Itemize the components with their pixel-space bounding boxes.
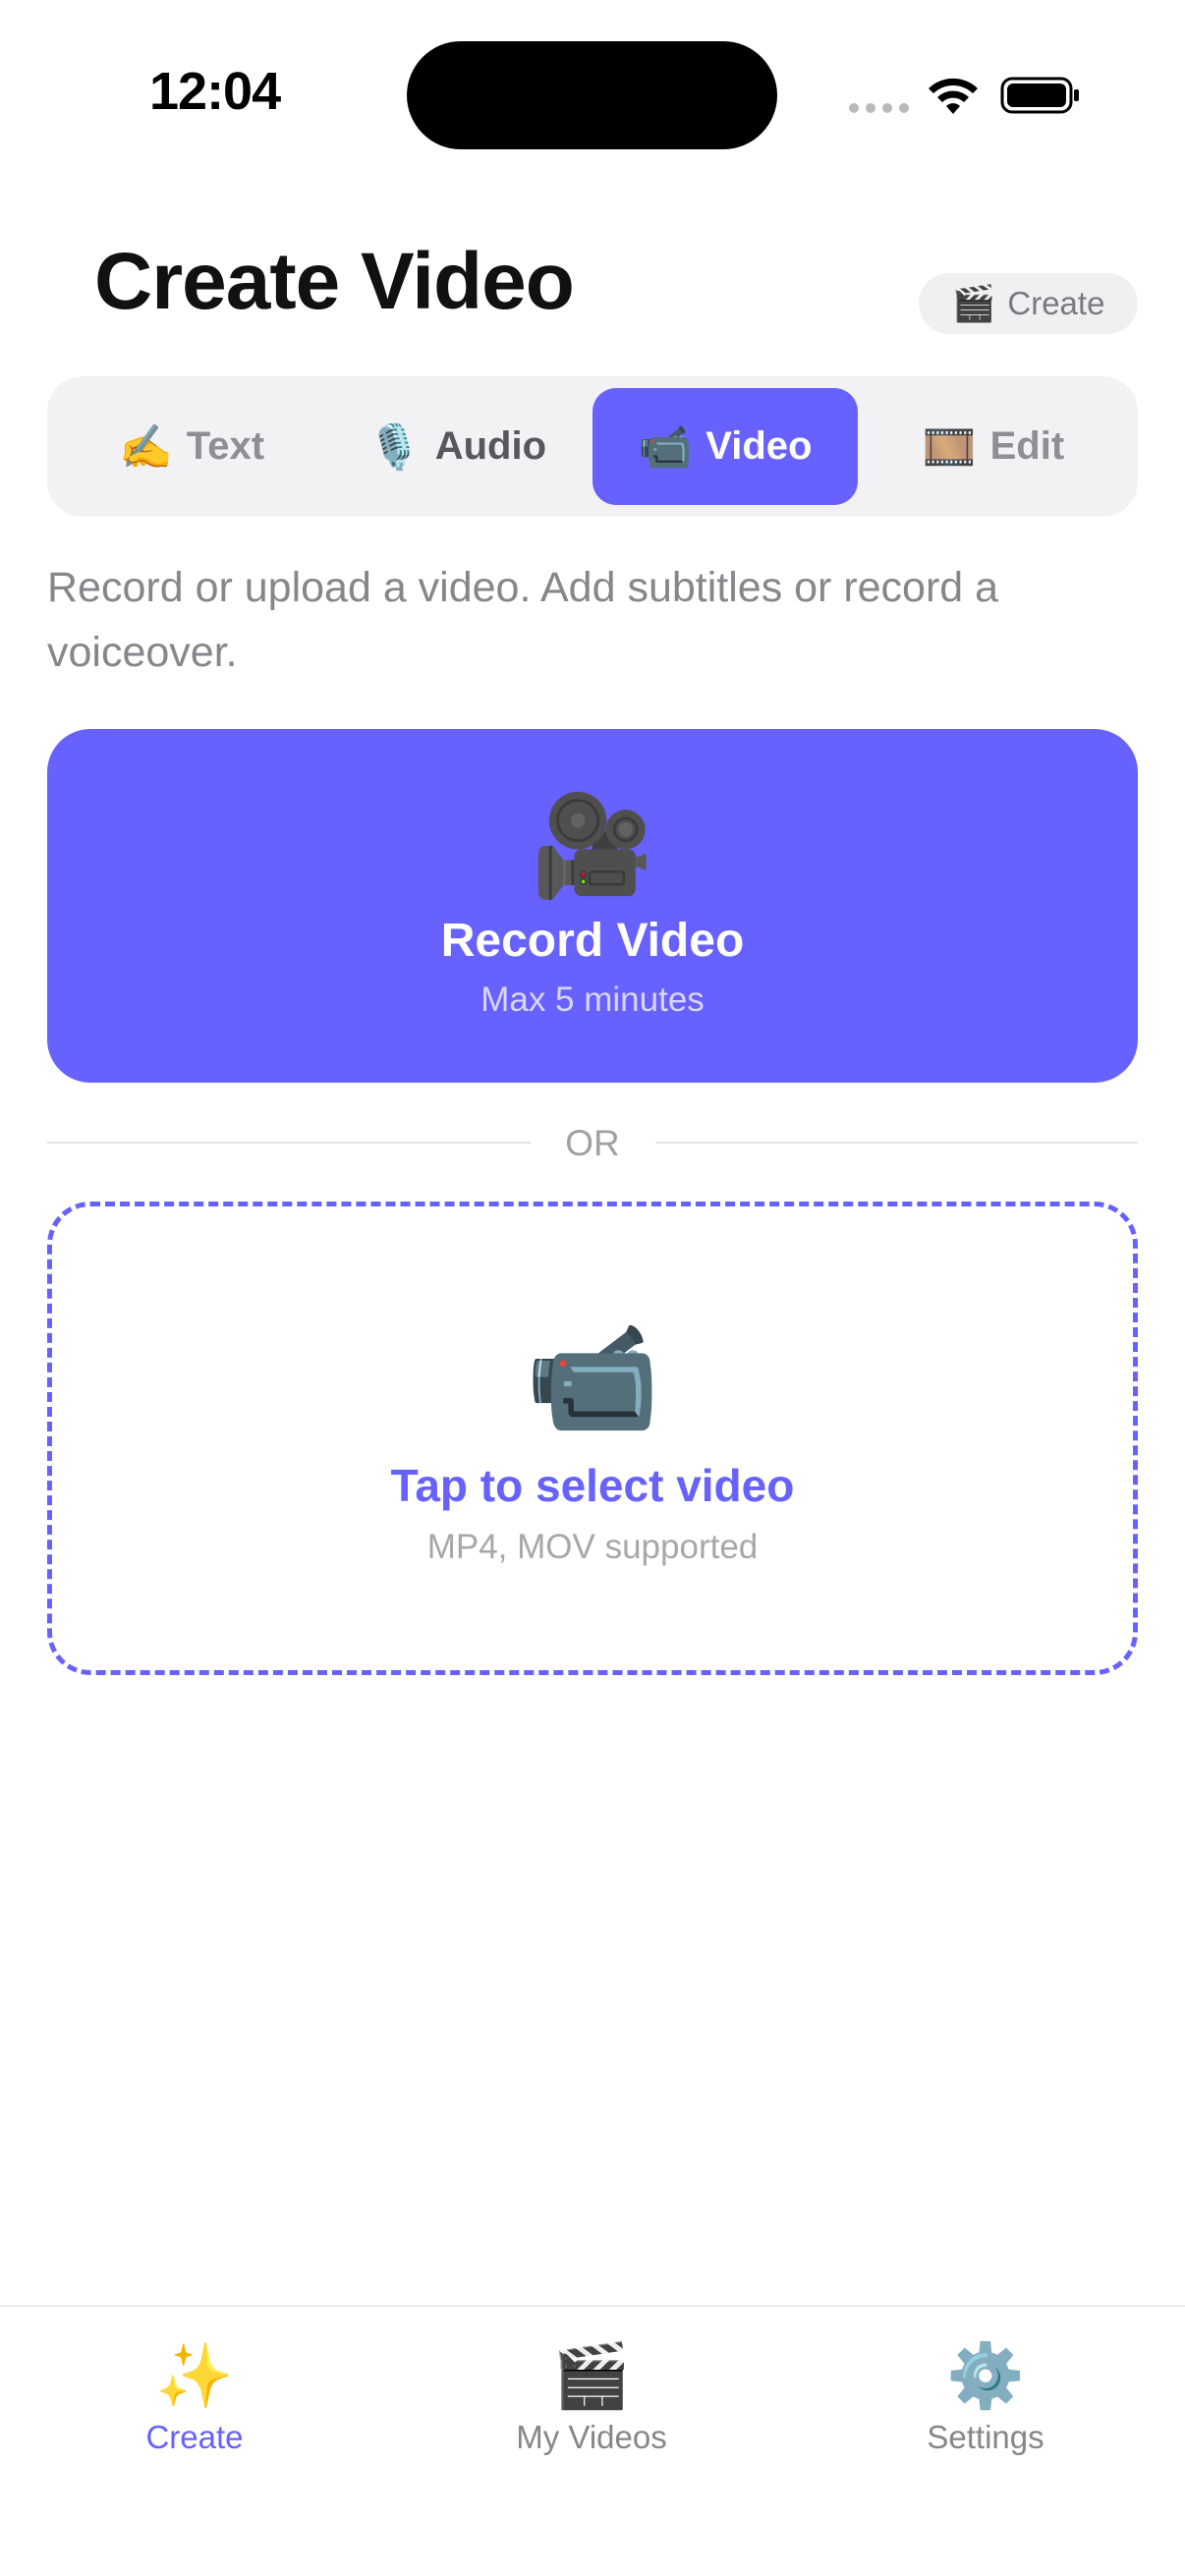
create-video-screen: 12:04 Create Video 🎬 Create ✍️ Text 🎙️ A… [0, 0, 1185, 2576]
clapperboard-icon: 🎬 [951, 283, 996, 323]
writing-hand-icon: ✍️ [118, 422, 173, 472]
segment-video[interactable]: 📹 Video [592, 388, 858, 505]
segment-audio-label: Audio [434, 424, 547, 468]
tab-settings[interactable]: ⚙️ Settings [838, 2336, 1133, 2456]
supported-formats-label: MP4, MOV supported [426, 1528, 759, 1566]
select-video-dropzone[interactable]: 📹 Tap to select video MP4, MOV supported [47, 1202, 1138, 1675]
battery-icon [1000, 77, 1079, 114]
or-label: OR [565, 1123, 620, 1163]
select-video-title: Tap to select video [390, 1460, 795, 1511]
microphone-icon: 🎙️ [367, 422, 422, 472]
film-frames-icon: 🎞️ [922, 422, 977, 472]
tab-my-videos[interactable]: 🎬 My Videos [444, 2336, 739, 2456]
mode-segmented-control: ✍️ Text 🎙️ Audio 📹 Video 🎞️ Edit [47, 376, 1138, 517]
segment-audio[interactable]: 🎙️ Audio [324, 388, 590, 505]
create-pill-button[interactable]: 🎬 Create [919, 273, 1138, 334]
status-time: 12:04 [149, 62, 281, 121]
cellular-signal-icon [849, 103, 909, 113]
tab-bar: ✨ Create 🎬 My Videos ⚙️ Settings [0, 2305, 1185, 2576]
wifi-icon [929, 78, 978, 114]
clapperboard-icon: 🎬 [552, 2340, 631, 2411]
tab-create[interactable]: ✨ Create [47, 2336, 342, 2456]
segment-video-label: Video [705, 424, 813, 468]
record-video-title: Record Video [440, 915, 745, 967]
mode-description: Record or upload a video. Add subtitles … [47, 564, 999, 676]
record-video-button[interactable]: 🎥 Record Video Max 5 minutes [47, 729, 1138, 1083]
gear-icon: ⚙️ [946, 2340, 1025, 2411]
video-camera-icon: 📹 [638, 422, 693, 472]
or-divider: OR [47, 1123, 1138, 1163]
segment-edit-label: Edit [989, 424, 1065, 468]
create-pill-label: Create [1007, 285, 1105, 321]
movie-camera-icon: 🎥 [531, 791, 654, 901]
tab-my-videos-label: My Videos [516, 2419, 667, 2455]
segment-text-label: Text [186, 424, 265, 468]
video-camera-icon: 📹 [525, 1317, 660, 1438]
sparkles-icon: ✨ [155, 2340, 234, 2411]
segment-edit[interactable]: 🎞️ Edit [861, 388, 1126, 505]
segment-text[interactable]: ✍️ Text [59, 388, 324, 505]
page-title: Create Video [94, 237, 575, 326]
record-video-subtitle: Max 5 minutes [480, 980, 705, 1019]
divider-line-right [655, 1142, 1138, 1144]
tab-create-label: Create [145, 2419, 244, 2455]
dynamic-island [407, 41, 777, 149]
tab-settings-label: Settings [927, 2419, 1044, 2455]
